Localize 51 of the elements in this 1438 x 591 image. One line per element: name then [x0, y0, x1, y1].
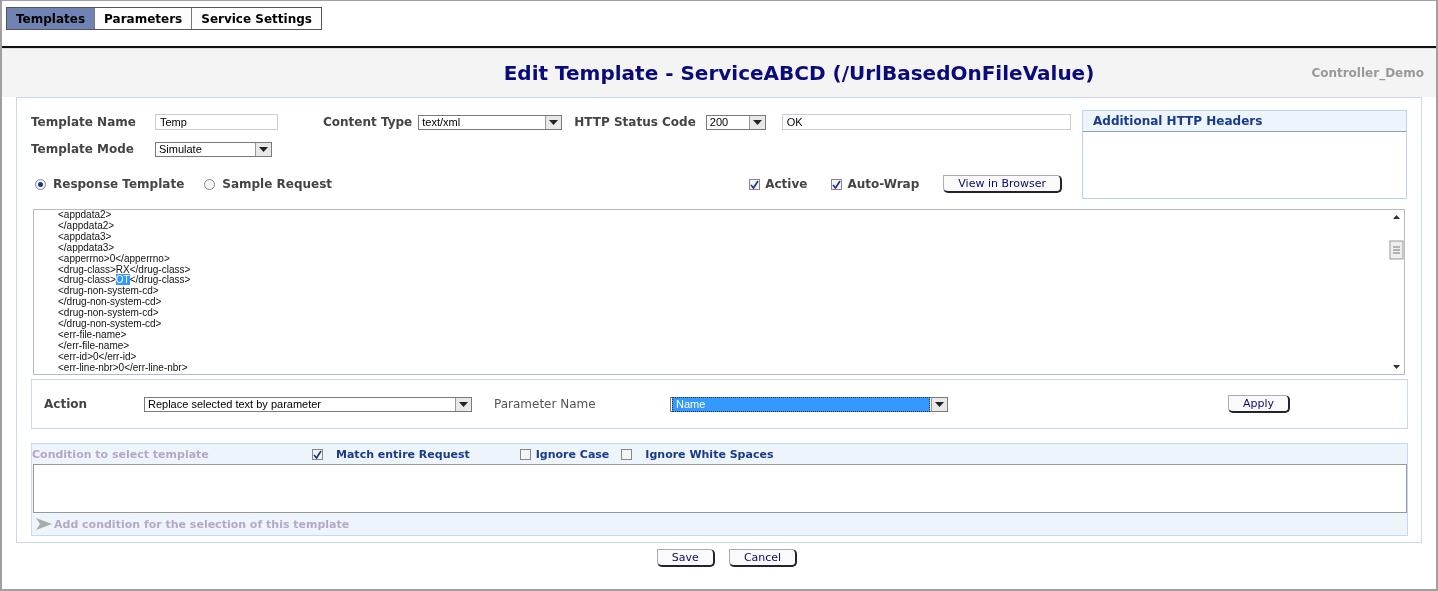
code-line: </appdata3>: [58, 242, 116, 254]
code-line: <err-id>0</err-id>: [58, 351, 138, 363]
view-in-browser-button[interactable]: View in Browser: [943, 175, 1062, 193]
template-editor[interactable]: [33, 209, 1405, 375]
field-label: Action: [44, 397, 89, 411]
code-line: </err-file-name>: [58, 340, 131, 352]
field-label: Template Mode: [31, 142, 135, 156]
field-label: HTTP Status Code: [574, 115, 696, 129]
radio-button[interactable]: [204, 178, 216, 190]
checkbox[interactable]: [621, 448, 633, 460]
tab[interactable]: Templates: [7, 8, 96, 29]
footer-button[interactable]: Cancel: [728, 549, 798, 567]
code-line: <apperrno>0</apperrno>: [58, 253, 171, 265]
checkbox-label: Match entire Request: [336, 447, 470, 461]
code-line: <drug-non-system-cd>: [58, 308, 159, 320]
checkbox[interactable]: [312, 448, 323, 460]
code-line: <err-line-nbr>0</err-line-nbr>: [58, 362, 189, 374]
app-name: Controller_Demo: [1311, 66, 1424, 80]
code-line: <appdata2>: [58, 210, 112, 221]
status-reason-field[interactable]: OK: [781, 114, 1071, 130]
checkbox-label: Auto-Wrap: [847, 177, 920, 191]
status-code-dropdown[interactable]: 200: [705, 114, 766, 130]
template-mode-dropdown[interactable]: Simulate: [155, 141, 272, 157]
apply-button[interactable]: Apply: [1228, 395, 1291, 413]
code-line: <err-file-name>: [58, 329, 127, 341]
checkbox[interactable]: [831, 178, 843, 190]
radio-label: Response Template: [53, 177, 185, 191]
arrow-icon: [36, 518, 52, 530]
code-line: <appdata3>: [58, 231, 112, 243]
template-name-field[interactable]: Temp: [155, 114, 278, 130]
field-label: Content Type: [323, 115, 413, 129]
checkbox[interactable]: [519, 448, 531, 460]
code-line: <drug-class>RX</drug-class>: [58, 264, 192, 276]
code-line: </drug-non-system-cd>: [58, 297, 163, 309]
code-line: <drug-non-system-cd>: [58, 286, 159, 298]
code-line: </appdata2>: [58, 220, 116, 232]
panel-title: Additional HTTP Headers: [1083, 111, 1406, 132]
page-title: Edit Template - ServiceABCD (/UrlBasedOnFileValue): [503, 61, 1095, 85]
content-type-dropdown[interactable]: text/xml: [418, 114, 563, 130]
footer-button[interactable]: Save: [656, 549, 715, 567]
checkbox-label: Ignore Case: [535, 447, 610, 461]
field-label: Template Name: [31, 115, 137, 129]
panel-title: Condition to select template: [32, 447, 210, 461]
code-line: </drug-non-system-cd>: [58, 319, 163, 330]
checkbox-label: Ignore White Spaces: [645, 447, 774, 461]
radio-label: Sample Request: [222, 177, 333, 191]
action-dropdown[interactable]: Replace selected text by parameter: [144, 396, 472, 412]
checkbox-label: Active: [765, 177, 808, 191]
checkbox[interactable]: [749, 178, 761, 190]
field-label: Parameter Name: [494, 397, 597, 411]
radio-button[interactable]: [35, 178, 46, 190]
